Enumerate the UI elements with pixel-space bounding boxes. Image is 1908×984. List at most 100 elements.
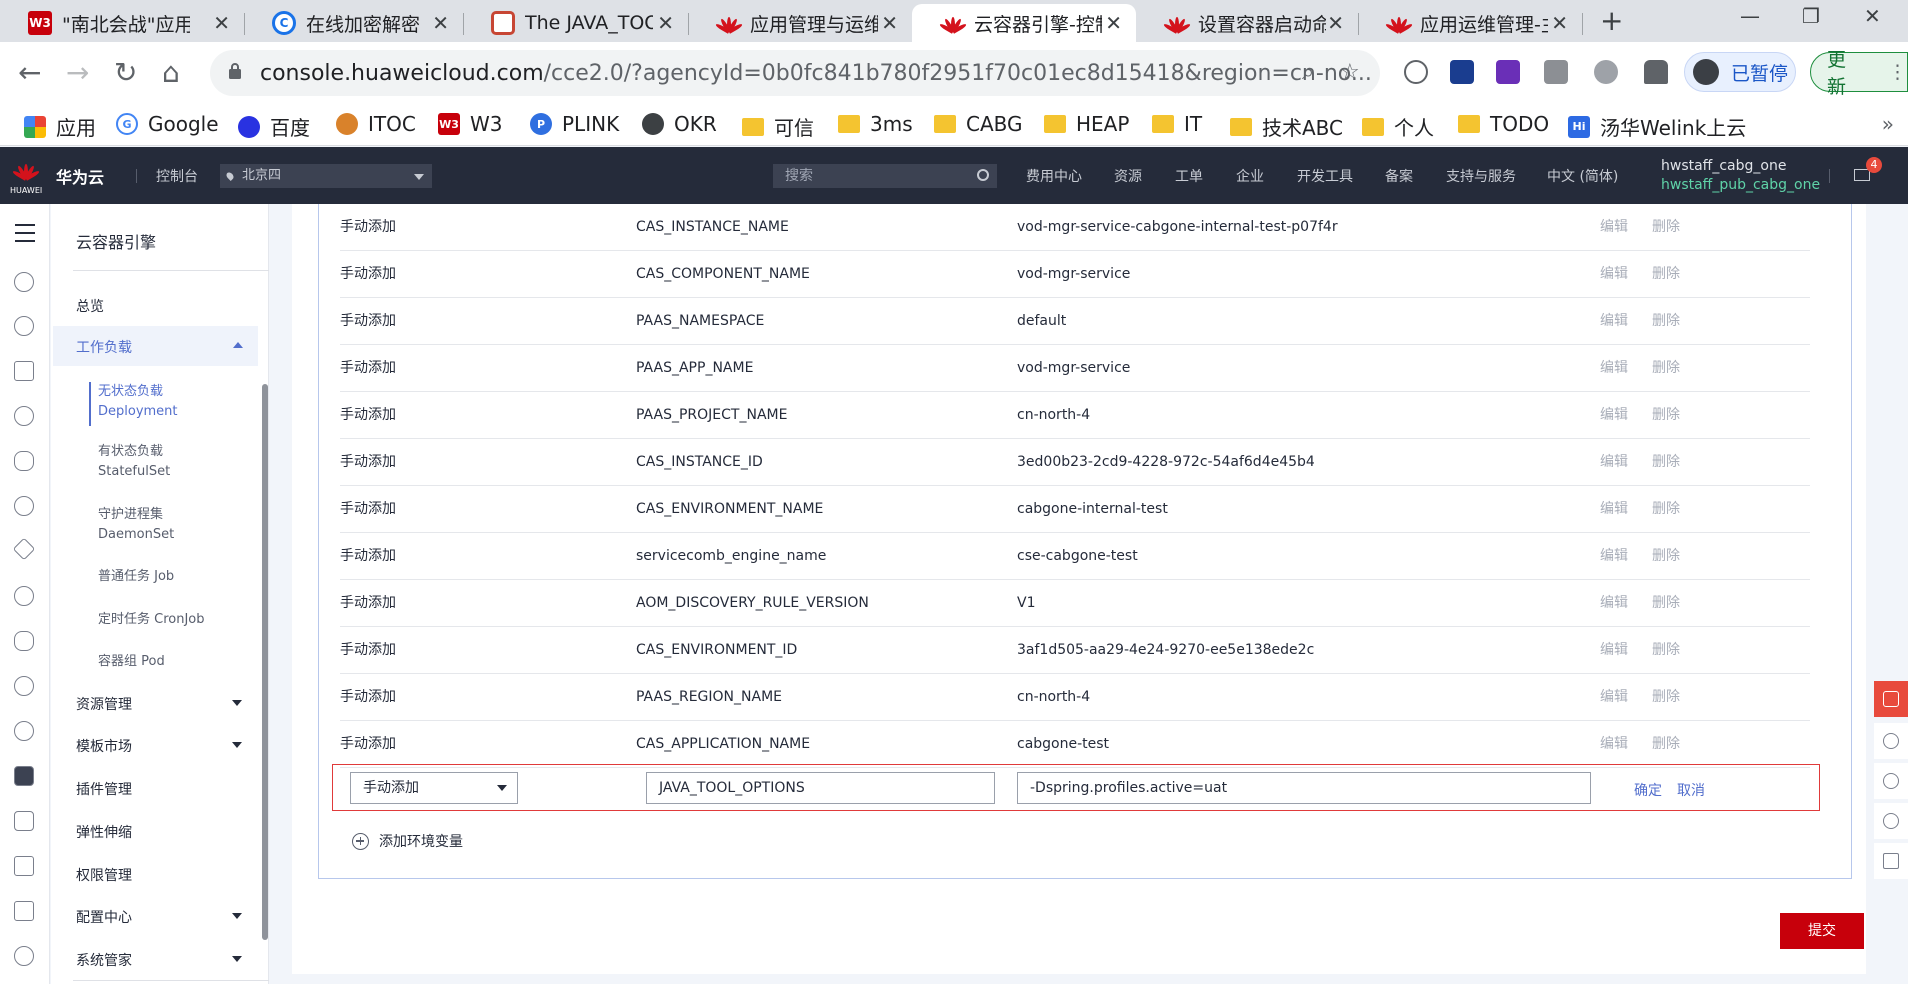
close-tab-icon[interactable]: ✕ [432,11,449,35]
browser-tab[interactable]: The JAVA_TOOL ✕ [463,4,689,42]
edit-link[interactable]: 编辑 [1600,392,1628,438]
bookmark-folder[interactable]: HEAP [1044,112,1129,136]
bookmark-folder[interactable]: IT [1152,112,1202,136]
bookmark-star-icon[interactable]: ☆ [1340,60,1360,85]
search-icon[interactable] [977,169,989,181]
ip-icon[interactable] [14,406,34,426]
sidebar-sub-cronjob[interactable]: 定时任务 CronJob [98,610,205,630]
back-arrow-icon[interactable]: ← [18,56,41,89]
edit-link[interactable]: 编辑 [1600,486,1628,532]
bookmark-folder[interactable]: 可信 [742,112,814,141]
browser-tab[interactable]: 设置容器启动命令 ✕ [1136,4,1359,42]
delete-link[interactable]: 删除 [1652,392,1680,438]
edit-link[interactable]: 编辑 [1600,627,1628,673]
control-panel-link[interactable]: 控制台 [156,166,198,186]
nav-language[interactable]: 中文 (简体) [1547,166,1618,186]
add-env-variable-button[interactable]: 添加环境变量 [352,831,463,851]
zoom-search-icon[interactable]: ⌕ [1302,60,1314,85]
browser-tab-active[interactable]: 云容器引擎-控制 ✕ [912,4,1136,42]
console-search-input[interactable]: 搜索 [773,164,997,188]
network-icon[interactable] [14,361,34,381]
nav-devtools[interactable]: 开发工具 [1297,166,1353,186]
bookmark-itoc[interactable]: ITOC [336,112,416,136]
env-type-select[interactable]: 手动添加 [350,772,518,804]
forward-arrow-icon[interactable]: → [66,56,89,89]
nav-enterprise[interactable]: 企业 [1236,166,1264,186]
browser-tab[interactable]: 应用管理与运维平 ✕ [688,4,912,42]
extension-icon[interactable] [1404,60,1428,84]
delete-link[interactable]: 删除 [1652,204,1680,250]
confirm-link[interactable]: 确定 [1634,780,1662,800]
close-tab-icon[interactable]: ✕ [213,11,230,35]
diamond-icon[interactable] [12,537,36,561]
update-button[interactable]: 更新 ⋮ [1810,49,1908,98]
nav-support[interactable]: 支持与服务 [1446,166,1516,186]
sidebar-item-resources[interactable]: 资源管理 [76,694,242,714]
sidebar-item-system[interactable]: 系统管家 [76,950,242,970]
nav-filing[interactable]: 备案 [1385,166,1413,186]
browser-tab[interactable]: 应用运维管理-主 ✕ [1358,4,1583,42]
more-vert-icon[interactable]: ⋮ [1888,61,1907,83]
nav-resources[interactable]: 资源 [1114,166,1142,186]
bookmark-folder[interactable]: 3ms [838,112,913,136]
menu-icon[interactable] [15,224,35,248]
edit-link[interactable]: 编辑 [1600,721,1628,767]
delete-link[interactable]: 删除 [1652,345,1680,391]
dashboard-icon[interactable] [14,272,34,292]
edit-link[interactable]: 编辑 [1600,580,1628,626]
pdf-extension-icon[interactable] [1544,60,1568,84]
edit-link[interactable]: 编辑 [1600,533,1628,579]
sidebar-item-config[interactable]: 配置中心 [76,907,242,927]
sidebar-item-workload[interactable]: 工作负载 [53,326,258,366]
delete-link[interactable]: 删除 [1652,486,1680,532]
bird-icon[interactable] [14,496,34,516]
delete-link[interactable]: 删除 [1652,251,1680,297]
delete-link[interactable]: 删除 [1652,533,1680,579]
delete-link[interactable]: 删除 [1652,298,1680,344]
sidebar-sub-daemonset[interactable]: 守护进程集 DaemonSet [98,505,174,545]
new-extension-icon[interactable] [1450,60,1474,84]
close-tab-icon[interactable]: ✕ [1105,11,1122,35]
storage-icon[interactable] [14,721,34,741]
sidebar-item-addons[interactable]: 插件管理 [76,779,132,799]
chat-button[interactable] [1874,681,1908,717]
bookmark-google[interactable]: G Google [116,112,219,136]
home-icon[interactable]: ⌂ [162,56,180,89]
close-tab-icon[interactable]: ✕ [881,11,898,35]
sidebar-item-templates[interactable]: 模板市场 [76,736,242,756]
user-name[interactable]: hwstaff_cabg_one [1661,158,1786,174]
browser-tab[interactable]: C 在线加密解密 ✕ [244,4,464,42]
nav-tickets[interactable]: 工单 [1175,166,1203,186]
new-tab-plus-icon[interactable]: + [1600,4,1623,37]
delete-link[interactable]: 删除 [1652,721,1680,767]
minimize-icon[interactable]: — [1740,4,1760,28]
service-button[interactable] [1874,763,1908,799]
sidebar-item-autoscaling[interactable]: 弹性伸缩 [76,822,132,842]
edit-link[interactable]: 编辑 [1600,204,1628,250]
gear-cycle-icon[interactable] [14,586,34,606]
profile-paused-button[interactable]: 已暂停 [1684,52,1796,92]
compute-icon[interactable] [14,316,34,336]
edit-link[interactable]: 编辑 [1600,251,1628,297]
bookmark-folder[interactable]: TODO [1458,112,1549,136]
delete-link[interactable]: 删除 [1652,627,1680,673]
close-window-icon[interactable]: ✕ [1864,4,1881,28]
puzzle-icon[interactable] [1644,60,1668,84]
sidebar-sub-pod[interactable]: 容器组 Pod [98,652,165,672]
monitor-icon[interactable] [14,901,34,921]
submit-button[interactable]: 提交 [1780,913,1864,949]
app-icon[interactable] [14,856,34,876]
user-account[interactable]: hwstaff_pub_cabg_one [1661,177,1820,193]
bookmark-apps[interactable]: 应用 [24,112,96,141]
sidebar-item-permissions[interactable]: 权限管理 [76,865,132,885]
database-icon[interactable] [14,811,34,831]
reload-icon[interactable]: ↻ [114,56,137,89]
nav-billing[interactable]: 费用中心 [1026,166,1082,186]
cloud-icon[interactable] [14,451,34,471]
close-tab-icon[interactable]: ✕ [657,11,674,35]
bookmark-w3[interactable]: W3 W3 [438,112,503,136]
bookmark-folder[interactable]: 个人 [1362,112,1434,141]
url-bar[interactable]: console.huaweicloud.com/cce2.0/?agencyId… [210,50,1380,96]
region-select[interactable]: 北京四 [220,164,432,188]
search-icon[interactable] [14,946,34,966]
